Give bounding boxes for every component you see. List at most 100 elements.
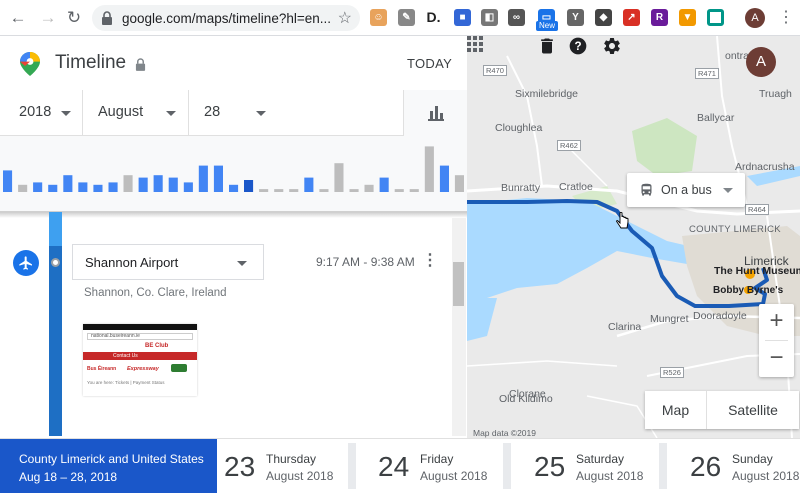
back-icon[interactable]: ← bbox=[8, 8, 28, 28]
extension-cat-icon[interactable]: ◆ bbox=[595, 9, 612, 26]
trash-icon[interactable] bbox=[537, 36, 557, 56]
zoom-in-button[interactable]: + bbox=[759, 304, 794, 340]
photo-logo-3 bbox=[171, 364, 187, 372]
scrollbar-thumb[interactable] bbox=[453, 262, 464, 306]
histogram-bar[interactable] bbox=[424, 146, 434, 192]
day-card-24[interactable]: 24 Friday August 2018 bbox=[372, 439, 502, 493]
browser-menu-icon[interactable]: ⋮ bbox=[778, 8, 794, 28]
histogram-bar[interactable] bbox=[213, 165, 223, 192]
visit-photo-thumbnail[interactable]: national.buseireann.ie BE Club Contact U… bbox=[83, 324, 197, 396]
photo-brand: BE Club bbox=[145, 343, 169, 349]
place-dropdown[interactable]: Shannon Airport bbox=[72, 244, 264, 280]
svg-text:?: ? bbox=[574, 40, 581, 53]
histogram-bar[interactable] bbox=[153, 175, 163, 192]
help-icon[interactable]: ? bbox=[568, 36, 588, 56]
histogram-bar[interactable] bbox=[168, 177, 178, 192]
day-card-26[interactable]: 26 Sunday August 2018 bbox=[684, 439, 800, 493]
histogram-bar[interactable] bbox=[63, 175, 73, 192]
map-type-map-button[interactable]: Map bbox=[645, 391, 707, 429]
extension-fox-icon[interactable]: ▼ bbox=[679, 9, 696, 26]
extension-ring-icon[interactable] bbox=[707, 9, 724, 26]
place-address: Shannon, Co. Clare, Ireland bbox=[84, 287, 227, 299]
histogram-bar[interactable] bbox=[289, 189, 299, 192]
more-options-icon[interactable]: ⋮ bbox=[422, 252, 438, 270]
timeline-panel: Timeline TODAY 2018 August 28 Shannon Ai… bbox=[0, 36, 467, 436]
histogram-bar[interactable] bbox=[454, 175, 464, 192]
photo-logo-1: Bus Éireann bbox=[87, 366, 117, 372]
day-dropdown[interactable]: 28 bbox=[189, 90, 279, 136]
photo-nav-text: Contact Us bbox=[113, 353, 138, 359]
histogram-chart bbox=[3, 146, 464, 192]
extension-glasses-icon[interactable]: ∞ bbox=[508, 9, 525, 26]
histogram-bar[interactable] bbox=[138, 177, 148, 192]
histogram-bar[interactable] bbox=[394, 189, 404, 192]
trip-range-card[interactable]: County Limerick and United States Aug 18… bbox=[0, 439, 217, 493]
extension-r-icon[interactable]: R bbox=[651, 9, 668, 26]
map-view[interactable]: R470 R471 R462 R464 R526 ontra Sixmilebr… bbox=[467, 36, 800, 438]
histogram-bar[interactable] bbox=[439, 165, 449, 192]
extension-d-icon[interactable]: D. bbox=[425, 9, 442, 26]
day-month: August 2018 bbox=[420, 469, 488, 483]
histogram-bar[interactable] bbox=[93, 184, 103, 192]
account-avatar[interactable]: A bbox=[746, 47, 776, 77]
histogram-bar[interactable] bbox=[229, 184, 239, 192]
forward-icon[interactable]: → bbox=[38, 8, 58, 28]
extension-face-icon[interactable]: ☺ bbox=[370, 9, 387, 26]
bookmark-star-icon[interactable]: ☆ bbox=[338, 8, 352, 28]
day-card-25[interactable]: 25 Saturday August 2018 bbox=[528, 439, 658, 493]
histogram-bar[interactable] bbox=[33, 182, 43, 192]
extension-cube-icon[interactable]: ◧ bbox=[481, 9, 498, 26]
place-time-range: 9:17 AM - 9:38 AM bbox=[316, 255, 415, 269]
zoom-out-button[interactable]: − bbox=[759, 341, 794, 377]
map-label-truagh: Truagh bbox=[759, 88, 792, 100]
reload-icon[interactable]: ↻ bbox=[64, 8, 84, 28]
map-label-cloughlea: Cloughlea bbox=[495, 122, 543, 134]
histogram-bar[interactable] bbox=[48, 184, 58, 192]
histogram-bar[interactable] bbox=[108, 182, 118, 192]
day-card-23[interactable]: 23 Thursday August 2018 bbox=[218, 439, 348, 493]
histogram-bar[interactable] bbox=[183, 182, 193, 192]
histogram-bar[interactable] bbox=[244, 180, 254, 192]
timeline-track-segment bbox=[49, 212, 62, 246]
transport-mode-dropdown[interactable]: On a bus bbox=[627, 173, 745, 207]
year-dropdown[interactable]: 2018 bbox=[0, 90, 83, 136]
histogram-bar[interactable] bbox=[259, 189, 269, 192]
histogram-bar[interactable] bbox=[78, 182, 88, 192]
histogram-bar[interactable] bbox=[198, 165, 208, 192]
map-label-clorane: Clorane bbox=[509, 388, 546, 400]
map-type-satellite-button[interactable]: Satellite bbox=[707, 391, 799, 429]
date-strip: County Limerick and United States Aug 18… bbox=[0, 438, 800, 493]
profile-avatar[interactable]: A bbox=[745, 8, 765, 28]
activity-histogram[interactable] bbox=[0, 136, 467, 212]
histogram-bar[interactable] bbox=[274, 189, 284, 192]
road-r470: R470 bbox=[483, 65, 507, 76]
histogram-bar[interactable] bbox=[349, 189, 359, 192]
histogram-bar[interactable] bbox=[379, 177, 389, 192]
histogram-bar[interactable] bbox=[409, 189, 419, 192]
scrollbar-track[interactable] bbox=[452, 218, 466, 436]
day-divider bbox=[348, 443, 356, 489]
settings-gear-icon[interactable] bbox=[602, 36, 622, 56]
photo-site-text: national.buseireann.ie bbox=[91, 333, 140, 339]
day-number: 26 bbox=[690, 451, 722, 482]
histogram-bar[interactable] bbox=[18, 184, 28, 192]
map-label-dooradoyle: Dooradoyle bbox=[693, 310, 747, 322]
today-button[interactable]: TODAY bbox=[407, 56, 452, 71]
apps-grid-icon[interactable] bbox=[467, 36, 483, 52]
address-bar[interactable]: google.com/maps/timeline?hl=en... ☆ bbox=[92, 5, 360, 31]
histogram-bar[interactable] bbox=[3, 170, 13, 192]
chart-toggle-button[interactable] bbox=[403, 90, 467, 136]
histogram-bar[interactable] bbox=[334, 163, 344, 192]
histogram-bar[interactable] bbox=[123, 175, 133, 192]
chevron-down-icon bbox=[61, 111, 71, 116]
map-label-sixmilebridge: Sixmilebridge bbox=[515, 88, 579, 100]
extension-y-icon[interactable]: Y bbox=[567, 9, 584, 26]
day-weekday: Sunday bbox=[732, 452, 773, 466]
histogram-bar[interactable] bbox=[319, 189, 329, 192]
histogram-bar[interactable] bbox=[364, 184, 374, 192]
extension-arrow-icon[interactable]: ↗ bbox=[623, 9, 640, 26]
extension-tool-icon[interactable]: ✎ bbox=[398, 9, 415, 26]
month-dropdown[interactable]: August bbox=[83, 90, 189, 136]
extension-bookmark-icon[interactable]: ■ bbox=[454, 9, 471, 26]
histogram-bar[interactable] bbox=[304, 177, 314, 192]
